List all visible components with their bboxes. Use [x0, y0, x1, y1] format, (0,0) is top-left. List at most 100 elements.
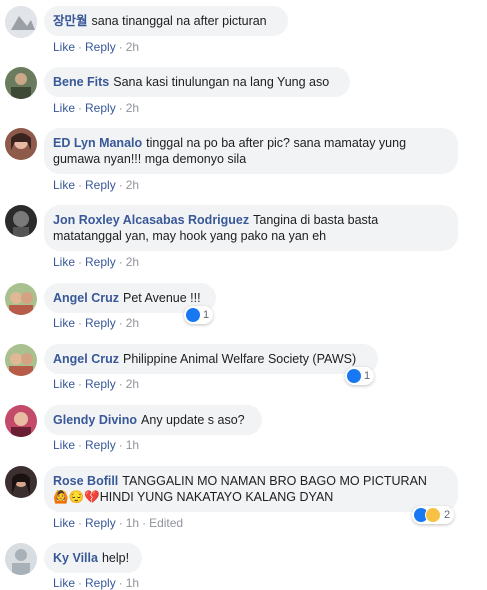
reply-link[interactable]: Reply [85, 101, 116, 115]
separator-dot: · [118, 40, 123, 54]
avatar-image-icon [5, 466, 37, 498]
avatar[interactable] [5, 283, 37, 315]
separator-dot: · [78, 178, 83, 192]
reply-link[interactable]: Reply [85, 316, 116, 330]
comment-time[interactable]: 1h [126, 438, 139, 452]
edited-label[interactable]: Edited [149, 516, 183, 530]
comment-author[interactable]: Ky Villa [53, 551, 98, 565]
comment-bubble: Bene Fits Sana kasi tinulungan na lang Yu… [44, 67, 350, 97]
reply-link[interactable]: Reply [85, 255, 116, 269]
separator-dot: · [78, 438, 83, 452]
comment-bubble: Glendy Divino Any update s aso? [44, 405, 262, 435]
comment-time[interactable]: 2h [126, 178, 139, 192]
separator-dot: · [78, 101, 83, 115]
separator-dot: · [118, 576, 123, 590]
comment-time[interactable]: 1h [126, 576, 139, 590]
comment-author[interactable]: ED Lyn Manalo [53, 136, 142, 150]
reply-link[interactable]: Reply [85, 438, 116, 452]
comment-actions: Like · Reply · 2h [53, 178, 139, 192]
comment-time[interactable]: 2h [126, 377, 139, 391]
comment-bubble: 장만월 sana tinanggal na after picturan [44, 6, 288, 36]
avatar[interactable] [5, 6, 37, 38]
separator-dot: · [118, 316, 123, 330]
comment-actions: Like · Reply · 1h [53, 438, 139, 452]
comment-actions: Like · Reply · 2h [53, 40, 139, 54]
like-link[interactable]: Like [53, 178, 75, 192]
avatar-image-icon [5, 128, 37, 160]
comment-actions: Like · Reply · 2h [53, 377, 139, 391]
separator-dot: · [118, 255, 123, 269]
separator-dot: · [118, 101, 123, 115]
comment-author[interactable]: Angel Cruz [53, 352, 119, 366]
comment-actions: Like · Reply · 1h [53, 576, 139, 590]
separator-dot: · [78, 40, 83, 54]
comment-time[interactable]: 1h [126, 516, 139, 530]
comment-bubble: Rose Bofill TANGGALIN MO NAMAN BRO BAGO M… [44, 466, 458, 512]
avatar-image-icon [5, 6, 37, 38]
avatar[interactable] [5, 67, 37, 99]
comment-time[interactable]: 2h [126, 316, 139, 330]
like-link[interactable]: Like [53, 438, 75, 452]
like-link[interactable]: Like [53, 516, 75, 530]
reaction-count: 2 [444, 509, 451, 521]
comment-time[interactable]: 2h [126, 101, 139, 115]
comment-author[interactable]: Rose Bofill [53, 474, 118, 488]
avatar[interactable] [5, 344, 37, 376]
reaction-summary[interactable]: 1 [345, 367, 375, 385]
sad-face-icon [425, 507, 441, 523]
comment-bubble: Ky Villa help! [44, 543, 142, 573]
comment-text: TANGGALIN MO NAMAN BRO BAGO MO PICTURAN [122, 474, 427, 488]
comment-actions: Like · Reply · 1h · Edited [53, 516, 183, 530]
reaction-count: 1 [203, 309, 210, 321]
comment-actions: Like · Reply · 2h [53, 101, 139, 115]
comment-author[interactable]: Glendy Divino [53, 413, 137, 427]
reply-link[interactable]: Reply [85, 516, 116, 530]
reply-link[interactable]: Reply [85, 576, 116, 590]
avatar[interactable] [5, 205, 37, 237]
reaction-summary[interactable]: 1 [184, 306, 214, 324]
separator-dot: · [78, 255, 83, 269]
separator-dot: · [78, 576, 83, 590]
comment-time[interactable]: 2h [126, 40, 139, 54]
comment-actions: Like · Reply · 2h [53, 316, 139, 330]
comment-bubble: ED Lyn Manalo tinggal na po ba after pic?… [44, 128, 458, 174]
comment-text: Any update s aso? [141, 413, 245, 427]
avatar[interactable] [5, 543, 37, 575]
like-link[interactable]: Like [53, 377, 75, 391]
comment-text: sana tinanggal na after picturan [91, 14, 267, 28]
thumbs-up-icon [347, 369, 361, 383]
avatar-image-icon [5, 67, 37, 99]
comment-text-continued: 🙆😔💔HINDI YUNG NAKATAYO KALANG DYAN [53, 490, 334, 504]
reply-link[interactable]: Reply [85, 178, 116, 192]
avatar-image-icon [5, 205, 37, 237]
separator-dot: · [78, 316, 83, 330]
comment-text[interactable]: Philippine Animal Welfare Society (PAWS) [123, 352, 356, 366]
comment-author[interactable]: Bene Fits [53, 75, 109, 89]
comment-actions: Like · Reply · 2h [53, 255, 139, 269]
thumbs-up-icon [186, 308, 200, 322]
like-link[interactable]: Like [53, 101, 75, 115]
like-link[interactable]: Like [53, 576, 75, 590]
avatar[interactable] [5, 405, 37, 437]
avatar-image-icon [5, 405, 37, 437]
separator-dot: · [78, 516, 83, 530]
comment-time[interactable]: 2h [126, 255, 139, 269]
comment-text: help! [101, 551, 130, 565]
avatar-image-icon [5, 283, 37, 315]
reaction-summary[interactable]: 2 [412, 506, 455, 524]
comment-author[interactable]: Jon Roxley Alcasabas Rodriguez [53, 213, 249, 227]
reply-link[interactable]: Reply [85, 377, 116, 391]
separator-dot: · [142, 516, 147, 530]
comment-author[interactable]: Angel Cruz [53, 291, 119, 305]
like-link[interactable]: Like [53, 316, 75, 330]
reply-link[interactable]: Reply [85, 40, 116, 54]
separator-dot: · [118, 516, 123, 530]
separator-dot: · [118, 438, 123, 452]
like-link[interactable]: Like [53, 255, 75, 269]
avatar-image-icon [5, 344, 37, 376]
like-link[interactable]: Like [53, 40, 75, 54]
separator-dot: · [78, 377, 83, 391]
avatar[interactable] [5, 128, 37, 160]
comment-author[interactable]: 장만월 [53, 14, 88, 28]
avatar[interactable] [5, 466, 37, 498]
